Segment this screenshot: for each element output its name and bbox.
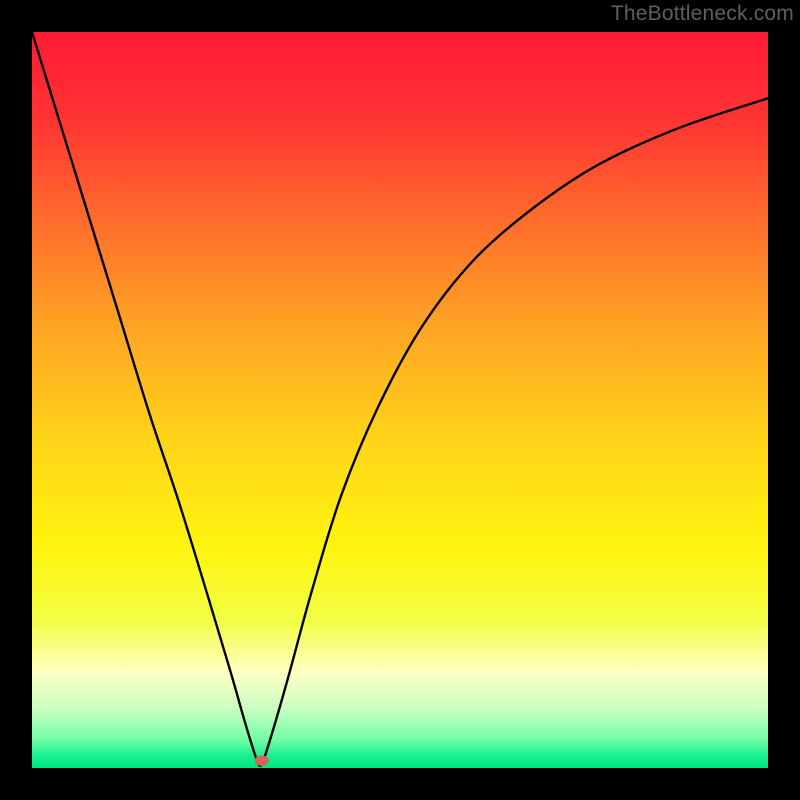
plot-area [32,32,768,768]
watermark-text: TheBottleneck.com [611,2,794,26]
chart-frame: TheBottleneck.com [0,0,800,800]
chart-svg [32,32,768,768]
optimum-marker [255,755,269,766]
gradient-background [32,32,768,768]
